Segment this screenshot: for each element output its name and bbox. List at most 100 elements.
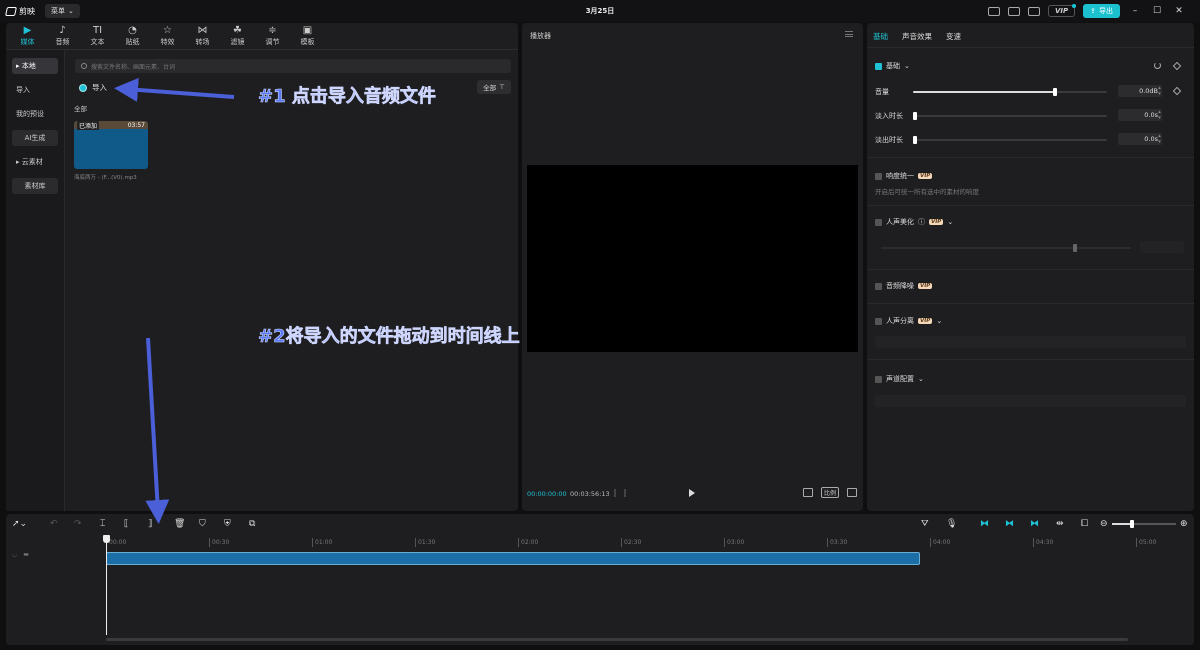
layout-icon[interactable] [1007,6,1020,16]
export-button[interactable]: ⇪ 导出 [1083,4,1120,18]
section-divider [867,269,1194,270]
import-button[interactable]: 导入 [79,82,107,93]
reset-icon[interactable] [1154,62,1161,69]
minimize-icon[interactable]: – [1128,6,1142,16]
tab-filter[interactable]: ☘ 滤镜 [220,23,255,49]
basic-checkbox[interactable] [875,62,882,70]
tab-adjust[interactable]: ≑ 调节 [255,23,290,49]
tab-speed[interactable]: 变速 [946,31,961,42]
vocal-beauty-row[interactable]: 人声美化 ⓘ VIP ⌄ [875,217,953,227]
keyframe-icon[interactable] [1172,61,1182,71]
vocal-beauty-slider[interactable] [881,244,1131,252]
volume-knob[interactable] [1053,88,1057,96]
timeline-ruler[interactable]: 00:00 00:30 01:00 01:30 02:00 02:30 03:00 03:30… [106,535,1186,547]
fade-out-slider[interactable] [913,136,1107,144]
track-lock-icon[interactable]: ▬ [23,551,29,558]
fade-in-stepper[interactable]: ▴ ▾ [1156,109,1163,121]
crop-image-icon[interactable]: ⧉ [249,519,255,529]
vocal-beauty-value[interactable] [1140,241,1184,253]
sidebar-item[interactable]: ▸ 云素材 [12,154,58,170]
tab-effects[interactable]: ☆ 特效 [150,23,185,49]
ruler-tick: 04:00 [930,538,950,547]
trim-right-icon[interactable]: ⟧ [148,519,152,529]
track-visibility-icon[interactable]: ◡ [12,551,17,558]
caption-icon[interactable]: ⧠ [1081,519,1088,529]
settings-icon[interactable] [1027,6,1040,16]
volume-slider[interactable] [913,88,1107,96]
fade-out-knob[interactable] [913,136,917,144]
video-preview[interactable] [527,165,858,352]
vocal-separation-row[interactable]: 人声分离 VIP ⌄ [875,316,942,326]
sidebar-item[interactable]: 素材库 [12,178,58,194]
maximize-icon[interactable]: ☐ [1150,6,1164,16]
tab-template[interactable]: ▣ 模板 [290,23,325,49]
filter-icon: ☘ [233,25,242,36]
channel-config-checkbox[interactable] [875,375,882,383]
delete-icon[interactable]: 🗑 [174,519,185,529]
adjust-icon: ≑ [268,25,277,36]
select-tool-icon[interactable]: ➚⌄ [12,519,27,529]
media-clip-card[interactable]: 已添加 03:57 [74,121,148,169]
fade-in-knob[interactable] [913,112,917,120]
vocal-separation-checkbox[interactable] [875,317,882,325]
fade-out-stepper[interactable]: ▴ ▾ [1156,133,1163,145]
sidebar-item[interactable]: 我的预设 [12,106,58,122]
menu-button[interactable]: 菜单 ⌄ [45,4,80,18]
noise-reduction-row[interactable]: 音频降噪 VIP [875,281,933,291]
keyboard-shortcut-icon[interactable] [987,6,1000,16]
sidebar-item[interactable]: 导入 [12,82,58,98]
playhead[interactable] [103,535,110,635]
link-main-track-icon[interactable]: ⧓ [980,519,989,529]
volume-stepper[interactable]: ▴ ▾ [1156,85,1163,97]
fade-in-slider[interactable] [913,112,1107,120]
vip-badge[interactable]: VIP [1047,4,1077,17]
marker-icon[interactable]: ⛉ [199,519,206,529]
player-menu-icon[interactable] [845,31,853,37]
microphone-icon[interactable]: 🎙 [946,519,957,529]
link-audio-icon[interactable]: ⧓ [1005,519,1014,529]
zoom-slider[interactable] [1112,520,1176,528]
channel-config-row[interactable]: 声道配置 ⌄ [875,374,924,384]
undo-icon[interactable]: ↶ [50,519,58,529]
loudness-checkbox[interactable] [875,172,882,180]
basic-section-header[interactable]: 基础 ⌄ [875,61,910,71]
redo-icon[interactable]: ↷ [74,519,82,529]
ratio-button[interactable]: 比例 [820,487,839,498]
tab-sound-effects[interactable]: 声音效果 [902,31,932,42]
timecode-toggle-icon[interactable] [614,489,626,497]
capcut-logo-icon [5,6,17,16]
fullscreen-icon[interactable] [847,488,857,497]
media-search-input[interactable]: 搜索文件名称、画面元素、台词 [75,59,511,73]
close-icon[interactable]: ✕ [1172,6,1186,16]
zoom-in-icon[interactable]: ⊕ [1180,519,1188,529]
tab-basic[interactable]: 基础 [873,31,888,42]
player-panel: 播放器 00:00:00:00 00:03:56:13 比例 [522,23,863,511]
tab-text[interactable]: TI 文本 [80,23,115,49]
split-icon[interactable]: ⌶ [100,519,105,529]
vocal-separation-select[interactable] [875,336,1186,348]
vocal-beauty-checkbox[interactable] [875,218,882,226]
tab-sticker[interactable]: ◔ 贴纸 [115,23,150,49]
zoom-out-icon[interactable]: ⊖ [1100,519,1108,529]
channel-config-select[interactable] [875,395,1186,407]
timeline-scrollbar[interactable] [106,638,1128,641]
volume-keyframe-icon[interactable] [1172,86,1182,96]
auto-snap-icon[interactable]: ⛛ [921,519,929,529]
split-track-icon[interactable]: ⇹ [1056,519,1064,529]
trim-left-icon[interactable]: ⟦ [124,519,128,529]
vocal-beauty-knob[interactable] [1073,244,1077,252]
noise-reduction-checkbox[interactable] [875,282,882,290]
tab-transition[interactable]: ⋈ 转场 [185,23,220,49]
loudness-row[interactable]: 响度统一 VIP [875,171,933,181]
link-preview-icon[interactable]: ⧓ [1030,519,1039,529]
filter-button[interactable]: 全部 ⊤ [477,80,511,94]
play-icon[interactable] [689,489,695,497]
fit-screen-icon[interactable] [802,488,813,497]
zoom-knob[interactable] [1130,520,1134,528]
shield-icon[interactable]: ⛨ [224,519,231,529]
tab-audio[interactable]: ♪ 音频 [45,23,80,49]
audio-clip[interactable] [106,552,920,565]
sidebar-item[interactable]: ▸ 本地 [12,58,58,74]
sidebar-item[interactable]: AI生成 [12,130,58,146]
tab-media[interactable]: ▶ 媒体 [10,23,45,49]
